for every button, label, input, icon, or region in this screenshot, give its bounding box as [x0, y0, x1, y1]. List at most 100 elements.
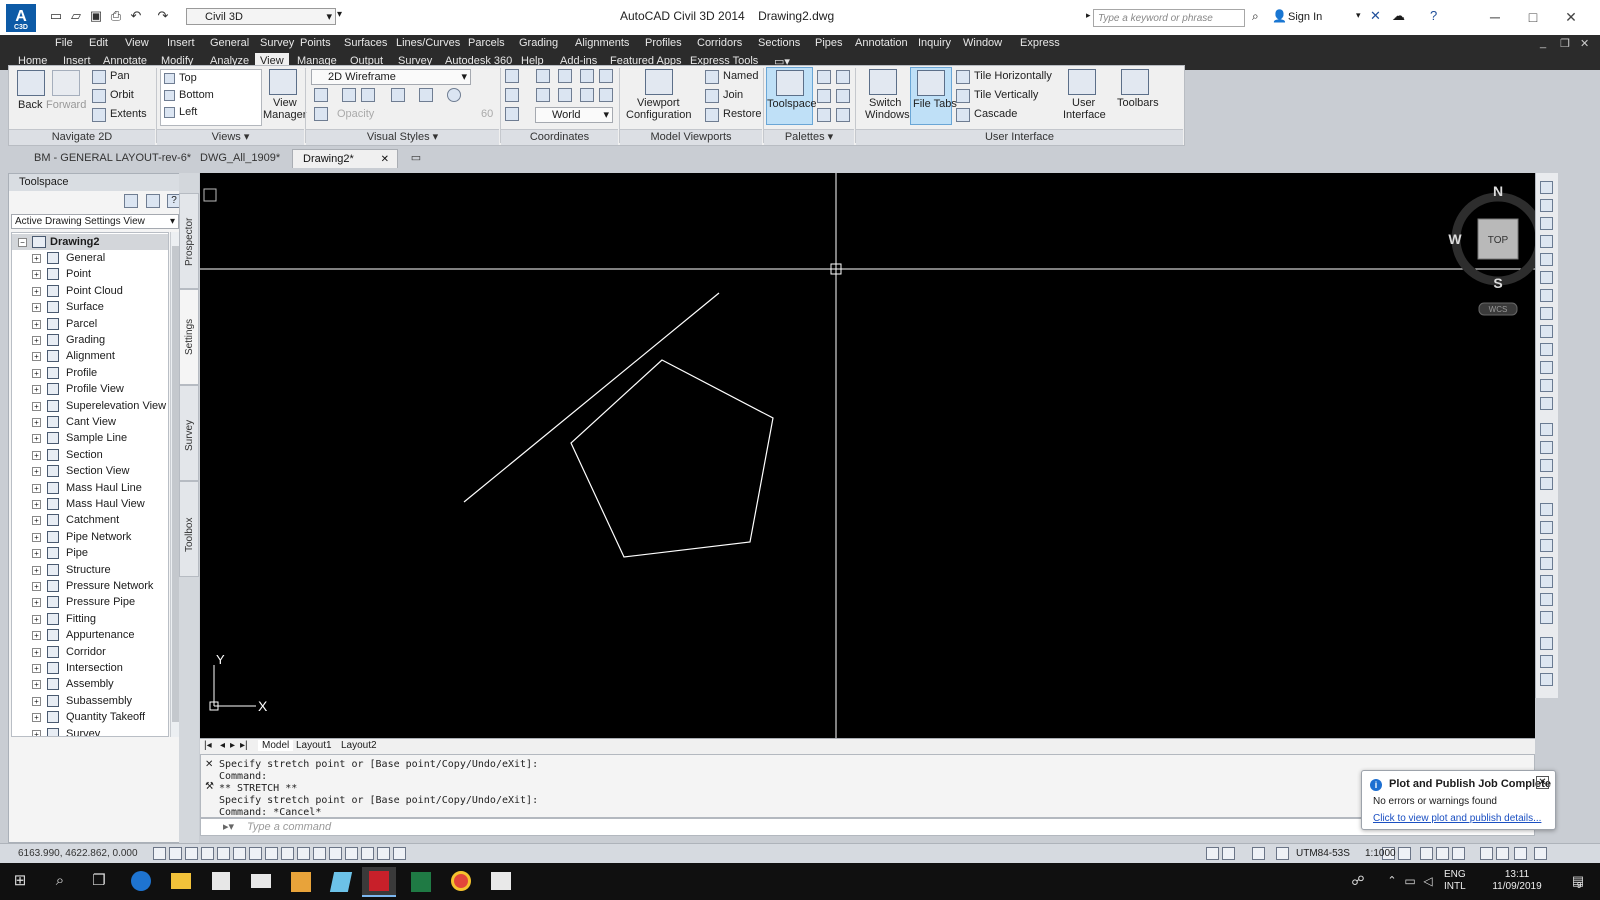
expand-icon[interactable]: +	[32, 270, 41, 280]
civil-tool-icon[interactable]	[1540, 459, 1553, 472]
annotation-scale[interactable]: 1:1000	[1365, 848, 1396, 859]
language-indicator[interactable]: ENG INTL	[1444, 869, 1466, 893]
toolspace-expand-icon[interactable]	[146, 194, 160, 208]
menu-window[interactable]: Window	[963, 37, 1002, 49]
isolines-icon[interactable]	[342, 88, 356, 102]
tree-item[interactable]: + Surface	[12, 299, 168, 315]
status-toggle-icon[interactable]	[345, 847, 358, 860]
status-toggle-icon[interactable]	[249, 847, 262, 860]
extents-icon[interactable]	[92, 108, 106, 122]
expand-icon[interactable]: +	[32, 483, 41, 493]
volume-icon[interactable]: ◁	[1416, 869, 1440, 893]
toolspace-copy-icon[interactable]	[124, 194, 138, 208]
redo-icon[interactable]: ↷	[155, 8, 171, 24]
tree-root[interactable]: − Drawing2	[12, 234, 168, 250]
tree-item[interactable]: + Parcel	[12, 316, 168, 332]
markup-icon[interactable]	[836, 108, 850, 122]
status-toggle-icon[interactable]	[217, 847, 230, 860]
menu-pipes[interactable]: Pipes	[815, 37, 843, 49]
status-toggle-icon[interactable]	[1496, 847, 1509, 860]
workspace-select[interactable]: Civil 3D ▾	[186, 8, 336, 25]
menu-parcels[interactable]: Parcels	[468, 37, 505, 49]
civil-tool-icon[interactable]	[1540, 673, 1553, 686]
join-viewports-icon[interactable]	[705, 89, 719, 103]
civil-tool-icon[interactable]	[1540, 289, 1553, 302]
civil-tool-icon[interactable]	[1540, 325, 1553, 338]
notes-app-icon[interactable]	[324, 867, 358, 897]
civil-tool-icon[interactable]	[1540, 307, 1553, 320]
tree-item[interactable]: + Sample Line	[12, 430, 168, 446]
status-toggle-icon[interactable]	[1514, 847, 1527, 860]
viewport-configuration-label-1[interactable]: Viewport	[637, 97, 680, 109]
visual-style-select[interactable]: 2D Wireframe ▾	[311, 69, 471, 85]
drawn-line[interactable]	[463, 292, 720, 503]
back-arrow-icon[interactable]	[17, 70, 45, 96]
ucs-origin-icon[interactable]	[505, 107, 519, 121]
doc-close-icon[interactable]: ✕	[1580, 37, 1589, 50]
chrome-icon[interactable]	[444, 867, 478, 897]
civil-tool-icon[interactable]	[1540, 181, 1553, 194]
switch-windows-label-1[interactable]: Switch	[869, 97, 901, 109]
viewport-configuration-icon[interactable]	[645, 69, 673, 95]
back-button[interactable]: Back	[18, 99, 42, 111]
layout-nav-last-icon[interactable]: ▸|	[240, 740, 248, 751]
civil-tool-icon[interactable]	[1540, 611, 1553, 624]
status-toggle-icon[interactable]	[1452, 847, 1465, 860]
tab-prospector[interactable]: Prospector	[179, 193, 199, 289]
expand-icon[interactable]: +	[32, 467, 41, 477]
civil-tool-icon[interactable]	[1540, 199, 1553, 212]
expand-icon[interactable]: +	[32, 631, 41, 641]
tab-settings[interactable]: Settings	[179, 289, 199, 385]
status-toggle-icon[interactable]	[1420, 847, 1433, 860]
collapse-icon[interactable]: −	[18, 238, 27, 247]
save-icon[interactable]: ▣	[88, 8, 104, 24]
tree-item[interactable]: + Pressure Network	[12, 578, 168, 594]
civil-tool-icon[interactable]	[1540, 557, 1553, 570]
tile-horizontally-icon[interactable]	[956, 70, 970, 84]
tree-item[interactable]: + Subassembly	[12, 693, 168, 709]
menu-sections[interactable]: Sections	[758, 37, 800, 49]
tree-item[interactable]: + Pressure Pipe	[12, 594, 168, 610]
switch-windows-label-2[interactable]: Windows	[865, 109, 910, 121]
file-explorer-icon[interactable]	[164, 867, 198, 897]
opacity-slider[interactable]: Opacity	[337, 108, 374, 120]
minimize-icon[interactable]: ─	[1480, 6, 1510, 28]
ucs-named-icon[interactable]	[599, 69, 613, 83]
wrench-icon[interactable]: ⚒	[205, 781, 214, 792]
expand-icon[interactable]: +	[32, 401, 41, 411]
tree-item[interactable]: + Point	[12, 266, 168, 282]
expand-icon[interactable]: +	[32, 614, 41, 624]
doc-restore-icon[interactable]: ❐	[1560, 37, 1570, 50]
menu-annotation[interactable]: Annotation	[855, 37, 908, 49]
material-icon[interactable]	[447, 88, 461, 102]
status-toggle-icon[interactable]	[1206, 847, 1219, 860]
sheet-set-icon[interactable]	[817, 108, 831, 122]
expand-icon[interactable]: +	[32, 303, 41, 313]
help-icon[interactable]: ?	[1430, 8, 1437, 23]
tree-item[interactable]: + Intersection	[12, 660, 168, 676]
status-toggle-icon[interactable]	[265, 847, 278, 860]
undo-icon[interactable]: ↶	[128, 8, 144, 24]
cascade-icon[interactable]	[956, 108, 970, 122]
orbit-button[interactable]: Orbit	[110, 89, 134, 101]
ucs-previous-icon[interactable]	[536, 88, 550, 102]
close-icon[interactable]: ✕	[1556, 6, 1586, 28]
tree-item[interactable]: + General	[12, 250, 168, 266]
civil-tool-icon[interactable]	[1540, 253, 1553, 266]
switch-windows-icon[interactable]	[869, 69, 897, 95]
civil-tool-icon[interactable]	[1540, 361, 1553, 374]
compass-west[interactable]: W	[1448, 231, 1462, 247]
tree-item[interactable]: + Appurtenance	[12, 627, 168, 643]
civil-tool-icon[interactable]	[1540, 379, 1553, 392]
layout-tab-model[interactable]: Model	[258, 740, 294, 751]
civil-tool-icon[interactable]	[1540, 539, 1553, 552]
compass-north[interactable]: N	[1493, 183, 1503, 199]
named-viewports-icon[interactable]	[705, 70, 719, 84]
ucs-icon[interactable]	[505, 69, 519, 83]
expand-icon[interactable]: +	[32, 368, 41, 378]
toolbars-icon[interactable]	[1121, 69, 1149, 95]
menu-express[interactable]: Express	[1020, 37, 1060, 49]
tab-survey-side[interactable]: Survey	[179, 385, 199, 481]
search-expand-icon[interactable]: ▸	[1086, 10, 1091, 21]
menu-general[interactable]: General	[210, 37, 249, 49]
